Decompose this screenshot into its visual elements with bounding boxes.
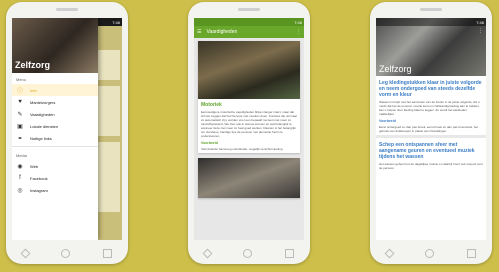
home-icon[interactable] [61, 248, 71, 258]
status-time: 7:46 [112, 19, 120, 25]
tip-title: Leg kledingstukken klaar in juiste volgo… [379, 80, 482, 98]
hero-toolbar: ⋮ [376, 26, 486, 36]
drawer-item-info[interactable]: ⓘ Info [12, 84, 98, 96]
menu-section-label: Menu [16, 77, 27, 82]
home-icon[interactable] [425, 248, 435, 258]
skill-card[interactable]: Motoriek Eenvoudigere motorische vaardig… [198, 41, 300, 153]
zelfzorg-screen: 7:46 ⋮ Zelfzorg Leg kledingstukken klaar… [376, 18, 486, 240]
recents-icon[interactable] [102, 248, 112, 258]
instagram-icon: ◎ [17, 187, 23, 194]
drawer-item-label: Web [30, 163, 39, 169]
drawer-item-facebook[interactable]: f Facebook [12, 172, 98, 184]
android-nav-bar [188, 242, 310, 264]
card-photo [198, 158, 300, 198]
example-link[interactable]: Voorbeeld [198, 140, 300, 147]
overflow-menu-icon[interactable]: ⋮ [478, 28, 483, 34]
drawer-item-label: Vaardigheden [30, 111, 55, 117]
phone-speaker [238, 8, 260, 11]
hamburger-menu-icon[interactable]: ☰ [197, 29, 201, 35]
back-icon[interactable] [20, 248, 31, 258]
drawer-item-label: Lokale diensten [30, 123, 59, 129]
tip-text: Het wassen gebeurt tot de dagelijkse rou… [379, 162, 483, 170]
recents-icon[interactable] [284, 248, 294, 258]
drawer-screen: 7:46 Zelfzorg Menu ⓘ Info ♥ Mantelzorger… [12, 18, 122, 240]
tip-card[interactable]: Schep een ontspannen sfeer met aangename… [376, 135, 486, 172]
vaardigheden-screen: 7:46 ☰ Vaardigheden ⋮ Motoriek Eenvoudig… [194, 18, 304, 240]
drawer-item-web[interactable]: ◉ Web [12, 160, 98, 172]
drawer-item-vaardigheden[interactable]: ✎ Vaardigheden [12, 108, 98, 120]
building-icon: ▣ [17, 123, 23, 130]
globe-icon: ◉ [17, 163, 23, 170]
drawer-item-lokale-diensten[interactable]: ▣ Lokale diensten [12, 120, 98, 132]
card-photo [198, 41, 300, 99]
skill-card[interactable] [198, 158, 300, 198]
drawer-item-instagram[interactable]: ◎ Instagram [12, 184, 98, 196]
phone-speaker [56, 8, 78, 11]
recents-icon[interactable] [466, 248, 476, 258]
drawer-item-nuttige-links[interactable]: ⚭ Nuttige links [12, 132, 98, 144]
card-text: Eenvoudigere motorische vaardigheden bli… [201, 110, 297, 138]
android-nav-bar [6, 242, 128, 264]
tip-text: Wassen is helpt met het aanmeten van de … [379, 100, 480, 116]
page-title: Vaardigheden [206, 29, 238, 35]
tip-title: Schep een ontspannen sfeer met aangename… [379, 142, 475, 160]
phone-vaardigheden: 7:46 ☰ Vaardigheden ⋮ Motoriek Eenvoudig… [188, 2, 310, 264]
status-time: 7:46 [294, 19, 302, 25]
back-icon[interactable] [384, 248, 395, 258]
drawer-item-label: Info [30, 87, 37, 93]
heart-icon: ♥ [18, 99, 22, 105]
status-bar: 7:46 [194, 18, 304, 26]
phone-zelfzorg: 7:46 ⋮ Zelfzorg Leg kledingstukken klaar… [370, 2, 492, 264]
facebook-icon: f [19, 175, 21, 181]
phone-drawer: 7:46 Zelfzorg Menu ⓘ Info ♥ Mantelzorger… [6, 2, 128, 264]
tip-example-text: Eerst ondergoed en dan pas broek, eerst … [379, 125, 478, 133]
drawer-header-photo: Zelfzorg [12, 18, 98, 73]
graduation-cap-icon: ✎ [17, 111, 23, 118]
media-section-label: Media [16, 153, 27, 158]
drawer-divider [12, 146, 98, 147]
home-icon[interactable] [243, 248, 253, 258]
hero-title: Zelfzorg [379, 64, 412, 74]
tip-card[interactable]: Leg kledingstukken klaar in juiste volgo… [376, 76, 486, 135]
example-link[interactable]: Voorbeeld [376, 118, 486, 125]
hero-photo: ⋮ Zelfzorg [376, 18, 486, 76]
back-icon[interactable] [202, 248, 213, 258]
status-time: 7:46 [476, 19, 484, 25]
drawer-item-label: Nuttige links [30, 135, 52, 141]
app-bar: ☰ Vaardigheden ⋮ [194, 26, 304, 38]
drawer-item-label: Facebook [30, 175, 48, 181]
phone-speaker [420, 8, 442, 11]
drawer-title: Zelfzorg [15, 60, 50, 70]
info-icon: ⓘ [17, 88, 24, 95]
nav-drawer: Zelfzorg Menu ⓘ Info ♥ Mantelzorgers ✎ V… [12, 18, 98, 240]
card-feed: Motoriek Eenvoudigere motorische vaardig… [194, 38, 304, 240]
drawer-item-mantelzorgers[interactable]: ♥ Mantelzorgers [12, 96, 98, 108]
drawer-item-label: Instagram [30, 187, 48, 193]
link-icon: ⚭ [17, 135, 23, 142]
overflow-menu-icon[interactable]: ⋮ [296, 29, 301, 35]
android-nav-bar [370, 242, 492, 264]
card-title: Motoriek [201, 102, 222, 108]
status-bar: 7:46 [376, 18, 486, 26]
drawer-item-label: Mantelzorgers [30, 99, 56, 105]
card-footer-text: Verminderde hand-oog coördinatie, mogeli… [201, 147, 283, 151]
